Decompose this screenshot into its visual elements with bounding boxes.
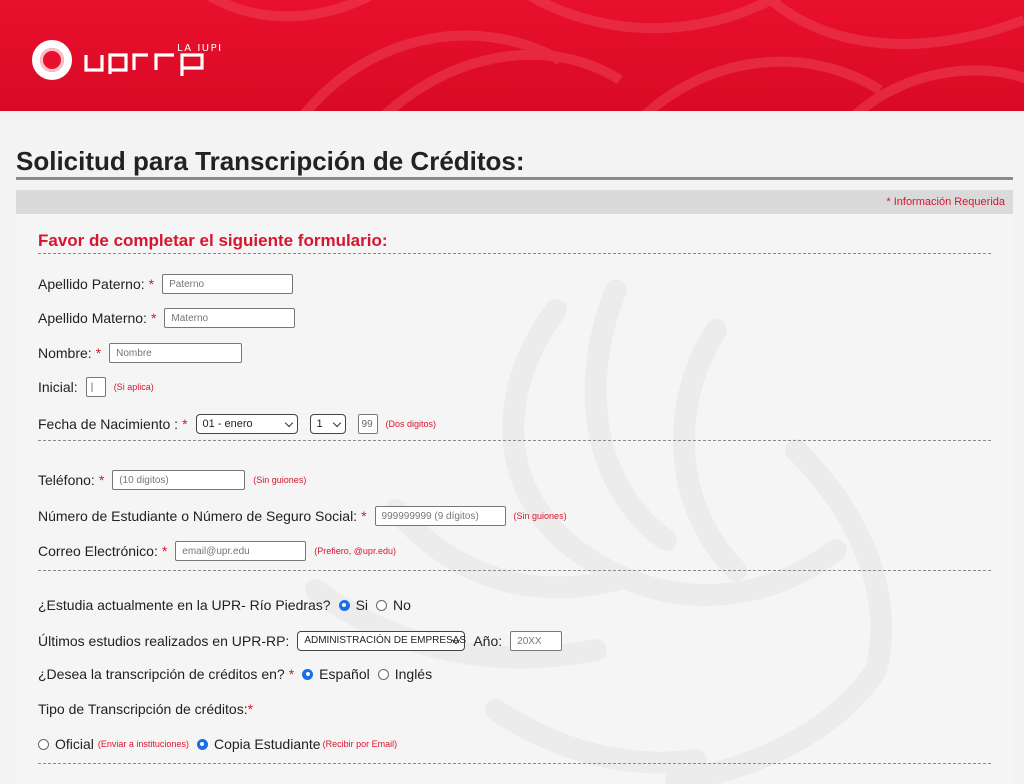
hint-birth-year: (Dos digitos) (385, 419, 437, 429)
required-star: * (361, 508, 367, 524)
numero-estudiante-input[interactable] (374, 506, 506, 526)
birth-year-input[interactable] (357, 414, 378, 434)
upr-logo[interactable]: LA IUPI (32, 40, 232, 80)
required-star: * (150, 310, 157, 326)
birth-day-value: 1 (316, 418, 323, 430)
row-inicial: Inicial: (Si aplica) (38, 377, 154, 397)
label-nombre: Nombre: (38, 345, 92, 361)
label-estudia-no[interactable]: No (393, 597, 411, 613)
label-ultimos-estudios: Últimos estudios realizados en UPR-RP: (38, 633, 290, 649)
required-star: * (95, 345, 102, 361)
label-anio: Año: (473, 633, 503, 649)
form-heading: Favor de completar el siguiente formular… (38, 231, 388, 250)
radio-idioma-espanol[interactable] (302, 668, 314, 680)
row-tipo-transcripcion: Tipo de Transcripción de créditos: * (38, 701, 253, 717)
chevron-down-icon (332, 418, 341, 428)
label-tipo-oficial[interactable]: Oficial (55, 736, 94, 752)
required-star: * (148, 276, 155, 292)
required-star: * (161, 543, 168, 559)
section-divider (38, 570, 991, 571)
radio-estudia-si[interactable] (338, 599, 350, 611)
logo-superscript: LA IUPI (177, 43, 223, 54)
apellido-paterno-input[interactable] (162, 274, 294, 294)
chevron-down-icon (284, 418, 293, 428)
birth-month-select[interactable]: 01 - enero (195, 414, 298, 434)
nombre-input[interactable] (109, 343, 243, 363)
section-divider (38, 440, 991, 441)
label-idioma-espanol[interactable]: Español (319, 666, 370, 682)
label-tipo-copia[interactable]: Copia Estudiante (214, 736, 321, 752)
label-idioma-ingles[interactable]: Inglés (395, 666, 432, 682)
hint-correo: (Prefiero, @upr.edu) (314, 546, 396, 556)
hint-tipo-copia: (Recibir por Email) (322, 739, 398, 749)
row-correo: Correo Electrónico: * (Prefiero, @upr.ed… (38, 541, 396, 561)
label-tipo-transcripcion: Tipo de Transcripción de créditos: (38, 701, 248, 717)
row-estudia-actualmente: ¿Estudia actualmente en la UPR- Río Pied… (38, 597, 411, 613)
label-fecha-nacimiento: Fecha de Nacimiento : (38, 416, 179, 432)
row-tipo-opciones: Oficial (Enviar a instituciones) Copia E… (38, 736, 397, 752)
section-divider (38, 763, 991, 764)
label-estudia-si[interactable]: Si (356, 597, 368, 613)
inicial-input[interactable] (85, 377, 106, 397)
label-inicial: Inicial: (38, 379, 78, 395)
ultimos-estudios-select[interactable]: ADMINISTRACIÓN DE EMPRESAS (297, 631, 467, 651)
row-ultimos-estudios: Últimos estudios realizados en UPR-RP: A… (38, 631, 563, 651)
radio-tipo-oficial[interactable] (38, 738, 49, 750)
anio-input[interactable] (510, 631, 563, 651)
apellido-materno-input[interactable] (164, 308, 296, 328)
upr-wordmark: LA IUPI (82, 40, 232, 80)
row-numero-estudiante: Número de Estudiante o Número de Seguro … (38, 506, 567, 526)
hint-telefono: (Sin guiones) (253, 475, 307, 485)
label-apellido-materno: Apellido Materno: (38, 310, 147, 326)
correo-input[interactable] (175, 541, 307, 561)
birth-month-value: 01 - enero (202, 418, 253, 430)
label-telefono: Teléfono: (38, 472, 95, 488)
required-note: * Información Requerida (886, 196, 1005, 208)
label-correo: Correo Electrónico: (38, 543, 158, 559)
label-idioma: ¿Desea la transcripción de créditos en? (38, 666, 285, 682)
telefono-input[interactable] (112, 470, 246, 490)
label-apellido-paterno: Apellido Paterno: (38, 276, 145, 292)
heading-divider (38, 253, 991, 254)
row-fecha-nacimiento: Fecha de Nacimiento : * 01 - enero 1 (Do… (38, 414, 436, 434)
radio-tipo-copia[interactable] (196, 738, 208, 750)
label-numero-estudiante: Número de Estudiante o Número de Seguro … (38, 508, 358, 524)
label-estudia-actualmente: ¿Estudia actualmente en la UPR- Río Pied… (38, 597, 331, 613)
title-divider (16, 177, 1013, 180)
required-star: * (182, 416, 188, 432)
birth-day-select[interactable]: 1 (309, 414, 346, 434)
form-panel: * Información Requerida Favor de complet… (16, 190, 1013, 784)
required-star: * (98, 472, 105, 488)
required-star: * (247, 701, 254, 717)
hint-inicial: (Si aplica) (113, 382, 154, 392)
row-apellido-paterno: Apellido Paterno: * (38, 274, 294, 294)
row-nombre: Nombre: * (38, 343, 243, 363)
page-title: Solicitud para Transcripción de Créditos… (16, 146, 525, 176)
panel-top-bar: * Información Requerida (16, 190, 1013, 214)
radio-idioma-ingles[interactable] (377, 668, 389, 680)
row-telefono: Teléfono: * (Sin guiones) (38, 470, 306, 490)
required-star: * (288, 666, 295, 682)
row-idioma: ¿Desea la transcripción de créditos en? … (38, 666, 432, 682)
hint-tipo-oficial: (Enviar a instituciones) (97, 739, 189, 749)
hint-numero-estudiante: (Sin guiones) (513, 511, 567, 521)
radio-estudia-no[interactable] (376, 599, 388, 611)
row-apellido-materno: Apellido Materno: * (38, 308, 296, 328)
ultimos-estudios-value: ADMINISTRACIÓN DE EMPRESAS (304, 635, 467, 646)
university-seal-icon (32, 40, 72, 80)
site-header: LA IUPI (0, 0, 1024, 111)
